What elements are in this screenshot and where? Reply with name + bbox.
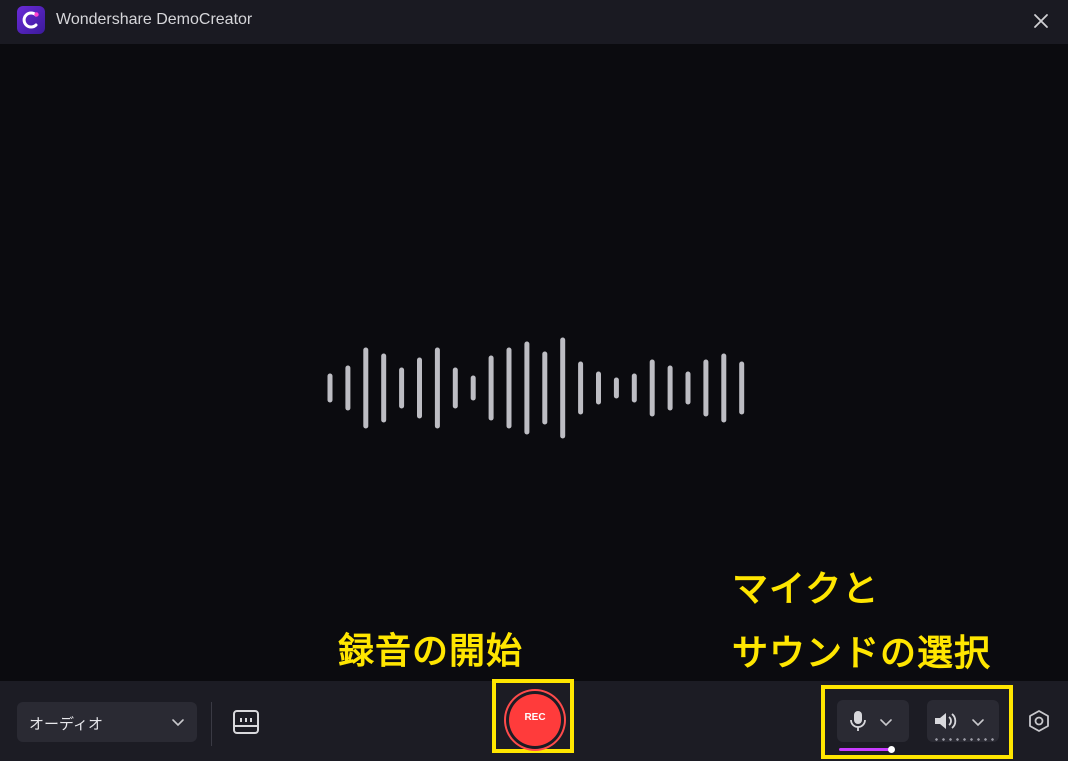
microphone-select-button[interactable] (837, 700, 909, 742)
recording-mode-value: オーディオ (29, 715, 103, 733)
screen-capture-button[interactable] (231, 707, 261, 737)
chevron-down-icon (172, 719, 184, 727)
recording-mode-select[interactable]: オーディオ (17, 702, 197, 742)
microphone-level-bar (839, 748, 891, 751)
speaker-select-button[interactable] (927, 700, 999, 742)
app-window: Wondershare DemoCreator 録音の開始 マイクと サウンドの… (0, 0, 1068, 761)
annotation-start-recording: 録音の開始 (338, 631, 524, 672)
annotation-sound-select: サウンドの選択 (732, 633, 992, 674)
settings-button[interactable] (1027, 709, 1051, 733)
chevron-down-icon (880, 719, 892, 727)
record-button[interactable]: REC (509, 694, 561, 746)
audio-waveform-icon (327, 337, 745, 439)
record-button-label: REC (524, 712, 546, 723)
microphone-level-knob[interactable] (888, 746, 895, 753)
settings-hexagon-icon (1029, 710, 1049, 732)
microphone-icon (850, 711, 866, 731)
annotation-mic-and: マイクと (732, 569, 880, 610)
speaker-icon (935, 713, 957, 729)
screen-capture-icon (233, 710, 259, 734)
toolbar-divider (211, 702, 212, 746)
speaker-level-dots (933, 738, 995, 741)
chevron-down-icon (972, 719, 984, 727)
bottom-control-bar: オーディオ REC (0, 679, 1068, 761)
